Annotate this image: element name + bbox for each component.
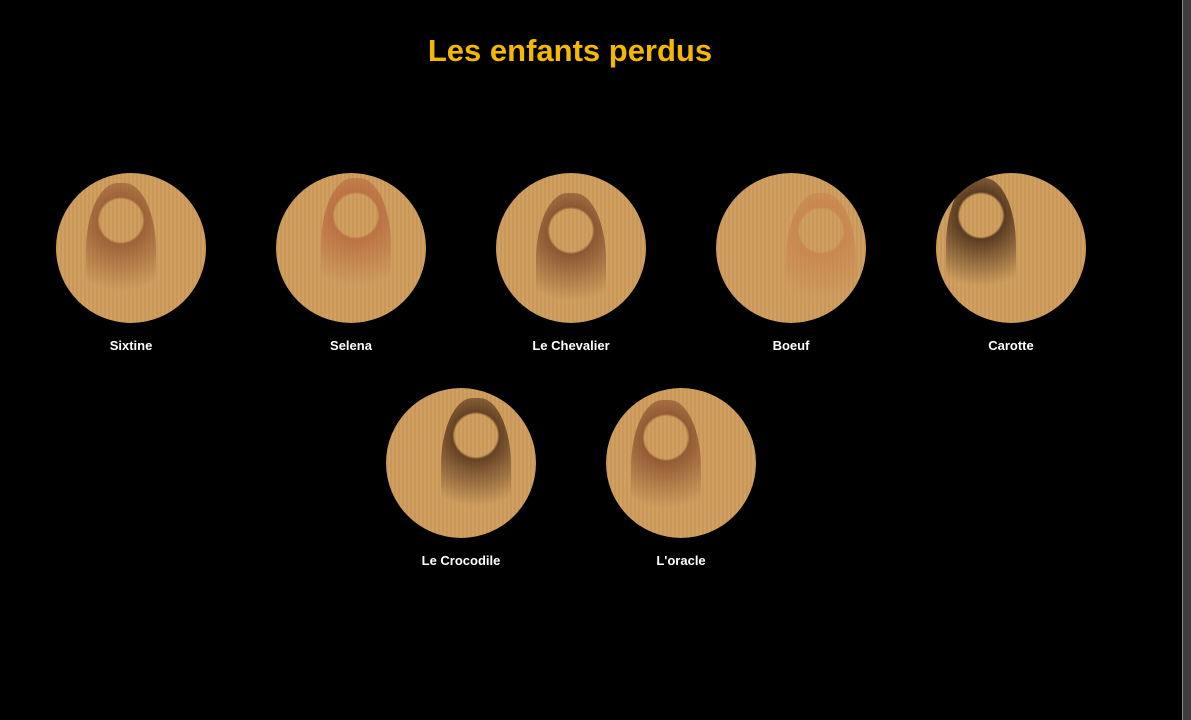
character-portrait[interactable] <box>276 173 426 323</box>
character-name: Sixtine <box>109 338 153 353</box>
character-name: Le Crocodile <box>421 553 501 568</box>
portrait-figure <box>441 398 511 538</box>
portrait-figure <box>631 400 701 538</box>
portrait-figure <box>786 193 856 323</box>
portrait-figure <box>946 178 1016 323</box>
portrait-figure <box>321 178 391 323</box>
character-name: Selena <box>330 338 372 353</box>
character-portrait[interactable] <box>606 388 756 538</box>
character-card[interactable]: Boeuf <box>681 173 901 354</box>
character-portrait[interactable] <box>936 173 1086 323</box>
character-name: Carotte <box>988 338 1034 353</box>
character-card[interactable]: Selena <box>241 173 461 354</box>
portrait-figure <box>536 193 606 323</box>
character-portrait[interactable] <box>386 388 536 538</box>
character-card[interactable]: Sixtine <box>21 173 241 354</box>
character-card[interactable]: Le Chevalier <box>461 173 681 354</box>
character-card[interactable]: Le Crocodile <box>351 388 571 569</box>
character-name: L'oracle <box>656 553 706 568</box>
character-portrait[interactable] <box>56 173 206 323</box>
page: Les enfants perdus Sixtine Selena Le Cheva… <box>0 0 1182 720</box>
character-portrait[interactable] <box>496 173 646 323</box>
vertical-scrollbar[interactable] <box>1182 0 1191 720</box>
character-card[interactable]: L'oracle <box>571 388 791 569</box>
portrait-figure <box>86 183 156 323</box>
character-name: Le Chevalier <box>532 338 610 353</box>
character-grid: Sixtine Selena Le Chevalier Boeuf Carotte Le … <box>21 173 1121 569</box>
page-title: Les enfants perdus <box>427 33 713 68</box>
character-portrait[interactable] <box>716 173 866 323</box>
character-name: Boeuf <box>772 338 810 353</box>
character-card[interactable]: Carotte <box>901 173 1121 354</box>
